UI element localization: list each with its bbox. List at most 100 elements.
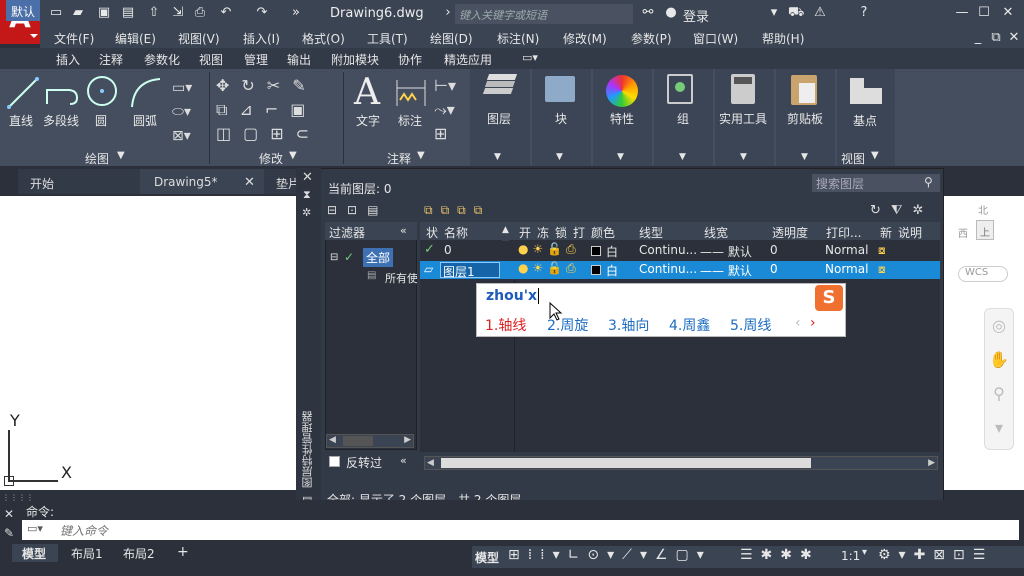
new-icon[interactable]: ▭ xyxy=(48,5,64,21)
command-input[interactable]: 键入命令 xyxy=(22,520,1019,540)
palette-close-icon[interactable]: ✕ xyxy=(302,170,313,185)
line-icon[interactable] xyxy=(6,76,40,110)
user-icon[interactable]: ● xyxy=(663,5,679,21)
binoculars-icon[interactable]: ⚯ xyxy=(640,5,656,21)
drawing-canvas[interactable] xyxy=(0,196,296,490)
layer-linetype[interactable]: Continu... xyxy=(639,262,697,276)
ime-prev-icon[interactable]: ‹ xyxy=(795,315,801,331)
col-plot[interactable]: 打 xyxy=(573,222,586,240)
arc-icon[interactable] xyxy=(129,76,163,110)
viewcube-top[interactable]: 上 xyxy=(976,220,994,240)
help-icon[interactable]: ? xyxy=(856,5,872,21)
redo-icon[interactable]: ↷ xyxy=(254,5,270,21)
tab-featured[interactable]: 精选应用 xyxy=(444,51,492,68)
menu-modify[interactable]: 修改(M) xyxy=(563,30,607,47)
menu-tools[interactable]: 工具(T) xyxy=(367,30,408,47)
menu-dimension[interactable]: 标注(N) xyxy=(497,30,539,47)
col-plot-style[interactable]: 打印... xyxy=(826,222,862,240)
text-button[interactable]: 文字 xyxy=(356,112,380,129)
layer-search-input[interactable]: 搜索图层 xyxy=(812,174,940,192)
view-panel-label[interactable]: 视图 xyxy=(841,150,865,167)
annotation-panel-dropdown-icon[interactable]: ▼ xyxy=(417,150,425,161)
modify-tools[interactable]: ✥↻✂✎ ⧉⊿⌐▣ ◫▢⊞⊂ xyxy=(216,74,321,146)
tab-manage[interactable]: 管理 xyxy=(244,51,268,68)
add-layout-icon[interactable]: + xyxy=(177,544,189,560)
new-vp-freeze-icon[interactable]: ⧇ xyxy=(878,262,886,277)
polyline-button[interactable]: 多段线 xyxy=(43,112,79,129)
collapse-icon[interactable]: « xyxy=(400,454,407,467)
menu-help[interactable]: 帮助(H) xyxy=(762,30,804,47)
table-scrollbar[interactable]: ◀ ▶ xyxy=(424,456,938,470)
chevron-down-icon[interactable]: ▼ xyxy=(494,152,501,162)
collapse-filter-icon[interactable]: « xyxy=(400,224,407,237)
annotation-small-tools[interactable]: ⊢▾ ⤳▾ ⊞ xyxy=(434,74,456,146)
layer-name[interactable]: 0 xyxy=(444,243,452,257)
ime-candidate-1[interactable]: 1.轴线 xyxy=(485,315,526,335)
layer-plot-style[interactable]: Normal xyxy=(825,243,868,257)
col-lineweight[interactable]: 线宽 xyxy=(704,222,729,240)
layer-lineweight[interactable]: —— 默认 xyxy=(700,262,752,279)
annotation-toggles[interactable]: ☰✱✱✱ xyxy=(740,547,820,563)
layer-plot-style[interactable]: Normal xyxy=(825,262,868,276)
more-icon[interactable]: » xyxy=(288,5,304,21)
filter-all[interactable]: 全部 xyxy=(363,248,394,267)
open-icon[interactable]: ▰ xyxy=(70,5,86,21)
line-button[interactable]: 直线 xyxy=(9,112,33,129)
layer-toolbar[interactable]: ⧉⧉⧉⧉ xyxy=(424,203,490,218)
cart-icon[interactable]: ⛟ xyxy=(788,5,804,21)
chevron-down-icon[interactable]: ▼ xyxy=(740,152,747,162)
layer-transparency[interactable]: 0 xyxy=(770,262,778,276)
dimension-icon[interactable] xyxy=(394,78,428,108)
tab-parametric[interactable]: 参数化 xyxy=(144,51,180,68)
maximize-icon[interactable]: ☐ xyxy=(976,5,992,21)
menu-window[interactable]: 窗口(W) xyxy=(693,30,738,47)
login-dropdown-icon[interactable]: ▾ xyxy=(766,5,782,21)
chevron-down-icon[interactable]: ▼ xyxy=(679,152,686,162)
col-lock[interactable]: 锁 xyxy=(555,222,568,240)
command-customize-icon[interactable]: ✎ xyxy=(4,526,14,540)
palette-autohide-icon[interactable]: ⧗ xyxy=(303,188,311,202)
tab-addins[interactable]: 附加模块 xyxy=(331,51,379,68)
doc-tab-start[interactable]: 开始 xyxy=(30,169,54,194)
menu-parameters[interactable]: 参数(P) xyxy=(631,30,672,47)
view-panel-dropdown-icon[interactable]: ▼ xyxy=(871,150,879,161)
menu-insert[interactable]: 插入(I) xyxy=(243,30,280,47)
layer-state-icons[interactable]: ●☀🔓⎙ xyxy=(518,261,580,276)
scale-dropdown-icon[interactable]: ▾ xyxy=(862,547,867,558)
layout-tab-model[interactable]: 模型 xyxy=(22,545,46,562)
layer-lineweight[interactable]: —— 默认 xyxy=(700,243,752,260)
filter-used[interactable]: 所有使 xyxy=(385,270,417,286)
drafting-toggles[interactable]: ⊞⁞⁞▾∟⊙▾⟋▾∠▢▾ xyxy=(508,547,712,563)
menu-format[interactable]: 格式(O) xyxy=(302,30,345,47)
filter-scrollbar[interactable]: ◀ ▶ xyxy=(326,434,414,448)
model-space-toggle[interactable]: 模型 xyxy=(475,549,499,566)
tab-default[interactable]: 默认 xyxy=(6,0,40,21)
dimension-button[interactable]: 标注 xyxy=(398,112,422,129)
doc-minimize-icon[interactable]: _ xyxy=(970,30,986,46)
col-freeze[interactable]: 冻 xyxy=(537,222,550,240)
export-icon[interactable]: ⇲ xyxy=(170,5,186,21)
share-icon[interactable]: ⇧ xyxy=(146,5,162,21)
col-transparency[interactable]: 透明度 xyxy=(772,222,809,240)
ime-candidate-3[interactable]: 3.轴向 xyxy=(608,315,649,335)
tree-expand-icon[interactable]: ⊟ xyxy=(330,252,338,263)
col-new-vp-freeze[interactable]: 新 xyxy=(880,222,893,240)
invert-filter-checkbox[interactable] xyxy=(329,456,340,467)
circle-icon[interactable] xyxy=(86,75,118,107)
doc-restore-icon[interactable]: ⧉ xyxy=(988,30,1004,46)
doc-tab-drawing5[interactable]: Drawing5* xyxy=(154,169,218,194)
ime-candidate-5[interactable]: 5.周线 xyxy=(730,315,771,335)
annotation-panel-label[interactable]: 注释 xyxy=(387,150,411,167)
login-link[interactable]: 登录 xyxy=(683,6,709,25)
modify-panel-label[interactable]: 修改 xyxy=(259,150,283,167)
tab-collaborate[interactable]: 协作 xyxy=(398,51,422,68)
new-vp-freeze-icon[interactable]: ⧇ xyxy=(878,243,886,258)
tab-view[interactable]: 视图 xyxy=(199,51,223,68)
chevron-down-icon[interactable]: ▼ xyxy=(617,152,624,162)
tab-output[interactable]: 输出 xyxy=(287,51,311,68)
arc-button[interactable]: 圆弧 xyxy=(133,112,157,129)
chevron-down-icon[interactable]: ▼ xyxy=(556,152,563,162)
refresh-settings-toolbar[interactable]: ↻⧨✲ xyxy=(870,203,933,218)
menu-draw[interactable]: 绘图(D) xyxy=(430,30,473,47)
viewcube-west[interactable]: 西 xyxy=(958,225,968,240)
